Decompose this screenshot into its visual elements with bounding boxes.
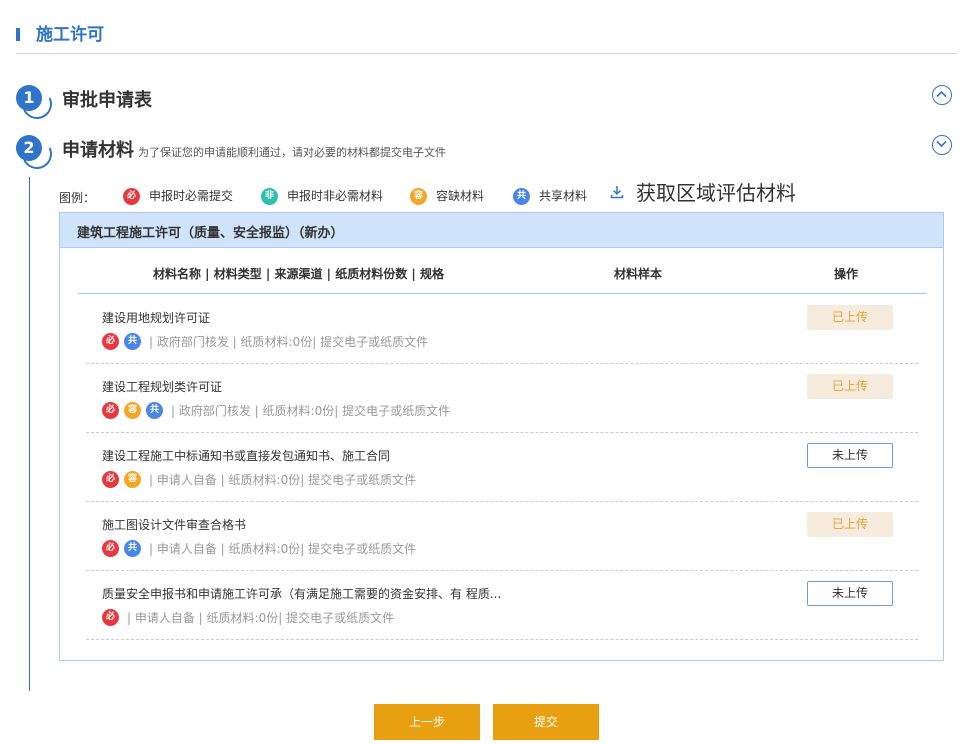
download-link-text[interactable]: 获取区域评估材料: [636, 179, 796, 207]
column-header-sample: 材料样本: [614, 267, 663, 281]
material-meta: 必共 | 政府部门核发 | 纸质材料:0份| 提交电子或纸质文件: [102, 333, 428, 351]
required-badge-icon: 必: [102, 609, 119, 626]
material-meta-text: | 政府部门核发 | 纸质材料:0份| 提交电子或纸质文件: [171, 404, 451, 418]
table-row: 建设工程施工中标通知书或直接发包通知书、施工合同 必容 | 申请人自备 | 纸质材…: [86, 433, 918, 502]
required-badge-icon: 必: [102, 471, 119, 488]
table-row: 施工图设计文件审查合格书 必共 | 申请人自备 | 纸质材料:0份| 提交电子或纸…: [86, 502, 918, 571]
title-accent-bar: [16, 28, 20, 41]
optional-badge-icon: 非: [261, 188, 278, 205]
material-name: 建设工程施工中标通知书或直接发包通知书、施工合同: [102, 449, 391, 463]
uploaded-button[interactable]: 已上传: [807, 305, 893, 330]
table-row: 建设工程规划类许可证 必容共 | 政府部门核发 | 纸质材料:0份| 提交电子或纸…: [86, 364, 918, 433]
legend-text: 容缺材料: [436, 189, 485, 203]
material-meta: 必共 | 申请人自备 | 纸质材料:0份| 提交电子或纸质文件: [102, 540, 416, 558]
tolerance-badge-icon: 容: [410, 188, 427, 205]
table-row: 质量安全申报书和申请施工许可承（有满足施工需要的资金安排、有 程质... 必 | …: [86, 571, 918, 640]
material-name: 施工图设计文件审查合格书: [102, 518, 247, 532]
step-number: 2: [16, 135, 42, 161]
tolerance-badge-icon: 容: [124, 471, 141, 488]
material-meta-text: | 政府部门核发 | 纸质材料:0份| 提交电子或纸质文件: [149, 335, 429, 349]
upload-button[interactable]: 未上传: [807, 443, 893, 468]
uploaded-button[interactable]: 已上传: [807, 512, 893, 537]
upload-button[interactable]: 未上传: [807, 581, 893, 606]
legend-text: 申报时非必需材料: [287, 189, 384, 203]
shared-badge-icon: 共: [513, 188, 530, 205]
table-header: 材料名称 | 材料类型 | 来源渠道 | 纸质材料份数 | 规格 材料样本 操作: [78, 249, 927, 294]
legend-label: 图例：: [59, 191, 96, 205]
legend-text: 共享材料: [539, 189, 588, 203]
step-connector-line: [29, 177, 30, 691]
shared-badge-icon: 共: [124, 333, 141, 350]
step-title-text: 审批申请表: [62, 90, 152, 111]
submit-button[interactable]: 提交: [493, 704, 599, 740]
step-title: 审批申请表: [62, 86, 152, 112]
step-note: 为了保证您的申请能顺利通过，请对必要的材料都提交电子文件: [138, 146, 446, 159]
panel-title: 建筑工程施工许可（质量、安全报监）（新办）: [77, 226, 344, 241]
prev-step-button[interactable]: 上一步: [374, 704, 480, 740]
required-badge-icon: 必: [102, 540, 119, 557]
material-meta-text: | 申请人自备 | 纸质材料:0份| 提交电子或纸质文件: [149, 473, 417, 487]
panel-header: 建筑工程施工许可（质量、安全报监）（新办）: [60, 213, 943, 248]
column-header-name: 材料名称 | 材料类型 | 来源渠道 | 纸质材料份数 | 规格: [153, 267, 444, 281]
materials-panel: 建筑工程施工许可（质量、安全报监）（新办） 材料名称 | 材料类型 | 来源渠道…: [59, 212, 944, 661]
step-title-text: 申请材料: [62, 140, 134, 161]
material-name: 建设用地规划许可证: [102, 311, 211, 325]
tolerance-badge-icon: 容: [124, 402, 141, 419]
shared-badge-icon: 共: [146, 402, 163, 419]
material-meta-text: | 申请人自备 | 纸质材料:0份| 提交电子或纸质文件: [127, 611, 395, 625]
step-title: 申请材料 为了保证您的申请能顺利通过，请对必要的材料都提交电子文件: [62, 136, 446, 162]
material-name: 质量安全申报书和申请施工许可承（有满足施工需要的资金安排、有 程质...: [102, 587, 502, 601]
material-name: 建设工程规划类许可证: [102, 380, 223, 394]
uploaded-button[interactable]: 已上传: [807, 374, 893, 399]
required-badge-icon: 必: [102, 402, 119, 419]
collapse-toggle-icon[interactable]: [932, 85, 952, 105]
material-meta: 必 | 申请人自备 | 纸质材料:0份| 提交电子或纸质文件: [102, 609, 394, 627]
step-1: 1 审批申请表: [16, 85, 956, 113]
material-meta: 必容 | 申请人自备 | 纸质材料:0份| 提交电子或纸质文件: [102, 471, 416, 489]
material-meta-text: | 申请人自备 | 纸质材料:0份| 提交电子或纸质文件: [149, 542, 417, 556]
step-2: 2 申请材料 为了保证您的申请能顺利通过，请对必要的材料都提交电子文件: [16, 135, 956, 163]
material-meta: 必容共 | 政府部门核发 | 纸质材料:0份| 提交电子或纸质文件: [102, 402, 450, 420]
step-number: 1: [16, 85, 42, 111]
page-header: 施工许可: [16, 24, 957, 54]
column-header-action: 操作: [834, 267, 859, 281]
legend-text: 申报时必需提交: [149, 189, 234, 203]
download-icon: [610, 186, 624, 199]
expand-toggle-icon[interactable]: [932, 135, 952, 155]
shared-badge-icon: 共: [124, 540, 141, 557]
page-title: 施工许可: [36, 25, 104, 45]
table-row: 建设用地规划许可证 必共 | 政府部门核发 | 纸质材料:0份| 提交电子或纸质文…: [86, 295, 918, 364]
legend: 图例： 必 申报时必需提交 非 申报时非必需材料 容 容缺材料 共 共享材料 获…: [59, 181, 819, 207]
required-badge-icon: 必: [102, 333, 119, 350]
required-badge-icon: 必: [123, 188, 140, 205]
